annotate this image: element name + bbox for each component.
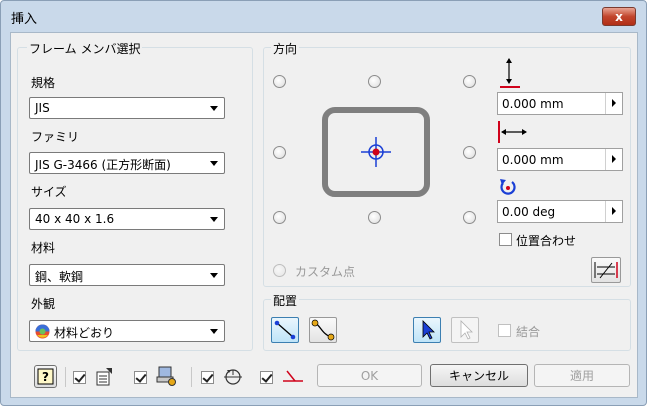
- material-value: 鋼、軟鋼: [35, 270, 84, 284]
- title-bar: 挿入 x: [1, 1, 646, 31]
- standard-label: 規格: [31, 76, 56, 90]
- place-between-points-button[interactable]: [271, 317, 299, 343]
- apply-button[interactable]: 適用: [534, 364, 630, 387]
- origin-crosshair-icon: [361, 137, 391, 167]
- dialog-title: 挿入: [11, 12, 38, 27]
- help-icon: ?: [37, 368, 54, 385]
- orient-target-icon: [224, 369, 242, 385]
- cancel-label: キャンセル: [448, 369, 509, 383]
- apply-label: 適用: [569, 369, 594, 383]
- flyout-arrow-icon[interactable]: [605, 149, 622, 170]
- horizontal-offset-input[interactable]: 0.000 mm: [497, 148, 623, 171]
- family-select[interactable]: JIS G-3466 (正方形断面): [29, 152, 225, 174]
- close-icon: x: [615, 9, 623, 24]
- origin-radio-bottom-left[interactable]: [273, 211, 286, 224]
- align-checkbox[interactable]: [499, 233, 512, 246]
- place-on-edge-button[interactable]: [309, 317, 337, 343]
- flyout-arrow-icon[interactable]: [605, 201, 622, 222]
- dialog-body: フレーム メンバ選択 規格 JIS ファミリ JIS G-3466 (正方形断面…: [10, 32, 638, 398]
- option3-checkbox[interactable]: [201, 371, 214, 384]
- size-label: サイズ: [31, 185, 67, 199]
- vertical-offset-icon: [500, 58, 520, 88]
- standard-value: JIS: [35, 101, 50, 115]
- properties-icon: [96, 368, 112, 386]
- standard-select[interactable]: JIS: [29, 97, 225, 119]
- placement-group-label: 配置: [271, 292, 300, 309]
- color-sphere-icon: [35, 324, 50, 339]
- mirror-button[interactable]: [591, 257, 621, 283]
- chevron-down-icon: [210, 273, 218, 278]
- origin-radio-bottom-right[interactable]: [463, 211, 476, 224]
- close-button[interactable]: x: [602, 7, 636, 26]
- separator: [191, 367, 192, 387]
- mirror-icon: [594, 262, 618, 279]
- flyout-arrow-icon[interactable]: [605, 93, 622, 114]
- merge-checkbox[interactable]: [498, 324, 511, 337]
- family-value: JIS G-3466 (正方形断面): [35, 158, 171, 172]
- chevron-down-icon: [210, 106, 218, 111]
- custom-point-label: カスタム点: [295, 265, 356, 279]
- appearance-select[interactable]: 材料どおり: [29, 320, 225, 342]
- cancel-button[interactable]: キャンセル: [430, 364, 528, 387]
- align-label: 位置合わせ: [516, 234, 577, 248]
- help-button[interactable]: ?: [34, 365, 57, 388]
- select-secondary-button[interactable]: [451, 317, 479, 343]
- origin-radio-top-center[interactable]: [368, 75, 381, 88]
- appearance-label: 外観: [31, 297, 56, 311]
- option4-checkbox[interactable]: [260, 371, 273, 384]
- option1-checkbox[interactable]: [73, 371, 86, 384]
- family-label: ファミリ: [31, 130, 80, 144]
- appearance-value: 材料どおり: [54, 326, 115, 340]
- angle-icon: [283, 370, 303, 382]
- profile-preview: [322, 107, 430, 197]
- origin-radio-top-right[interactable]: [463, 75, 476, 88]
- curve-placement-icon: [311, 319, 335, 341]
- cursor-arrow-icon: [422, 320, 435, 340]
- material-select[interactable]: 鋼、軟鋼: [29, 264, 225, 286]
- material-label: 材料: [31, 241, 56, 255]
- insert-dialog: 挿入 x フレーム メンバ選択 規格 JIS ファミリ JIS G-3466 (…: [0, 0, 647, 406]
- separator: [65, 367, 66, 387]
- rotation-value: 0.00 deg: [502, 205, 556, 219]
- chevron-down-icon: [210, 217, 218, 222]
- horizontal-offset-icon: [498, 121, 527, 143]
- line-between-points-icon: [274, 320, 296, 340]
- origin-radio-middle-left[interactable]: [273, 146, 286, 159]
- origin-radio-top-left[interactable]: [273, 75, 286, 88]
- vertical-offset-input[interactable]: 0.000 mm: [497, 92, 623, 115]
- chevron-down-icon: [210, 329, 218, 334]
- horizontal-offset-value: 0.000 mm: [502, 153, 564, 167]
- custom-point-radio[interactable]: [273, 264, 286, 277]
- option2-checkbox[interactable]: [134, 371, 147, 384]
- origin-radio-middle-right[interactable]: [463, 146, 476, 159]
- orientation-group-label: 方向: [271, 40, 300, 57]
- vertical-offset-value: 0.000 mm: [502, 97, 564, 111]
- rotation-icon: [500, 179, 516, 195]
- select-button[interactable]: [413, 317, 441, 343]
- merge-label: 結合: [516, 325, 541, 339]
- frame-member-group-label: フレーム メンバ選択: [27, 40, 143, 57]
- rotation-input[interactable]: 0.00 deg: [497, 200, 623, 223]
- user-settings-icon: [156, 366, 176, 386]
- size-value: 40 x 40 x 1.6: [35, 212, 115, 226]
- cursor-arrow-icon: [460, 320, 473, 340]
- ok-label: OK: [360, 368, 379, 383]
- chevron-down-icon: [210, 161, 218, 166]
- ok-button[interactable]: OK: [317, 364, 422, 387]
- origin-radio-bottom-center[interactable]: [368, 211, 381, 224]
- size-select[interactable]: 40 x 40 x 1.6: [29, 208, 225, 230]
- svg-text:?: ?: [42, 370, 49, 384]
